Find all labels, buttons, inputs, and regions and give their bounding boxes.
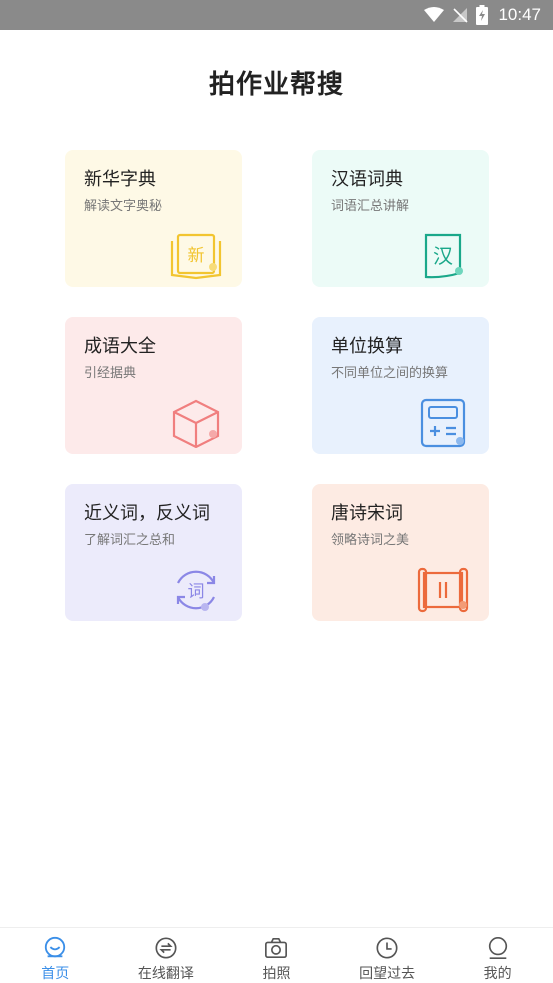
card-subtitle: 解读文字奥秘 [84, 199, 163, 214]
card-title: 成语大全 [84, 336, 156, 357]
card-subtitle: 引经据典 [84, 366, 137, 381]
synonym-icon: 词 [176, 570, 216, 611]
tab-online-translate[interactable]: 在线翻译 [111, 928, 222, 983]
home-face-icon [45, 936, 66, 958]
battery-charging-icon [476, 5, 489, 25]
card-subtitle: 不同单位之间的换算 [331, 366, 449, 381]
book-icon: 新 [170, 233, 222, 280]
card-chinese-dictionary[interactable]: 汉语词典 词语汇总讲解 汉 [312, 150, 489, 287]
profile-icon [488, 937, 507, 959]
card-xinhua-dictionary[interactable]: 新华字典 解读文字奥秘 新 [65, 150, 242, 287]
tab-history[interactable]: 回望过去 [332, 928, 443, 983]
svg-text:词: 词 [188, 582, 205, 602]
card-idioms[interactable]: 成语大全 引经据典 [65, 317, 242, 454]
tab-label: 首页 [41, 966, 70, 982]
page-title: 拍作业帮搜 [208, 70, 344, 100]
status-time: 10:47 [498, 5, 541, 24]
card-unit-conversion[interactable]: 单位换算 不同单位之间的换算 [312, 317, 489, 454]
svg-text:新: 新 [188, 246, 205, 266]
tab-label: 拍照 [262, 966, 291, 982]
card-subtitle: 了解词汇之总和 [84, 533, 176, 548]
tab-label: 在线翻译 [137, 966, 194, 982]
calculator-icon [420, 398, 466, 448]
status-bar: 10:47 [0, 0, 553, 30]
translate-icon [155, 937, 177, 959]
wifi-icon [424, 7, 445, 23]
camera-icon [265, 937, 288, 959]
card-title: 汉语词典 [331, 169, 403, 190]
card-title: 近义词，反义词 [84, 503, 210, 524]
bottom-tab-bar: 首页 在线翻译 拍照 回望过去 我的 [0, 927, 553, 983]
card-title: 单位换算 [331, 336, 403, 357]
card-tang-song-poems[interactable]: 唐诗宋词 领略诗词之美 [312, 484, 489, 621]
card-subtitle: 领略诗词之美 [331, 533, 410, 548]
card-synonyms-antonyms[interactable]: 近义词，反义词 了解词汇之总和 词 [65, 484, 242, 621]
tab-mine[interactable]: 我的 [442, 928, 553, 983]
card-title: 唐诗宋词 [331, 503, 403, 524]
card-subtitle: 词语汇总讲解 [331, 199, 410, 214]
tab-camera[interactable]: 拍照 [221, 928, 332, 983]
tab-home[interactable]: 首页 [0, 928, 111, 983]
dictionary-icon: 汉 [424, 233, 463, 279]
cube-icon [172, 399, 220, 448]
no-signal-icon [452, 7, 469, 23]
svg-text:汉: 汉 [433, 244, 453, 268]
clock-icon [376, 937, 398, 959]
scroll-icon [417, 567, 469, 613]
tab-label: 我的 [483, 966, 512, 982]
card-title: 新华字典 [84, 169, 156, 190]
tab-label: 回望过去 [359, 966, 416, 982]
